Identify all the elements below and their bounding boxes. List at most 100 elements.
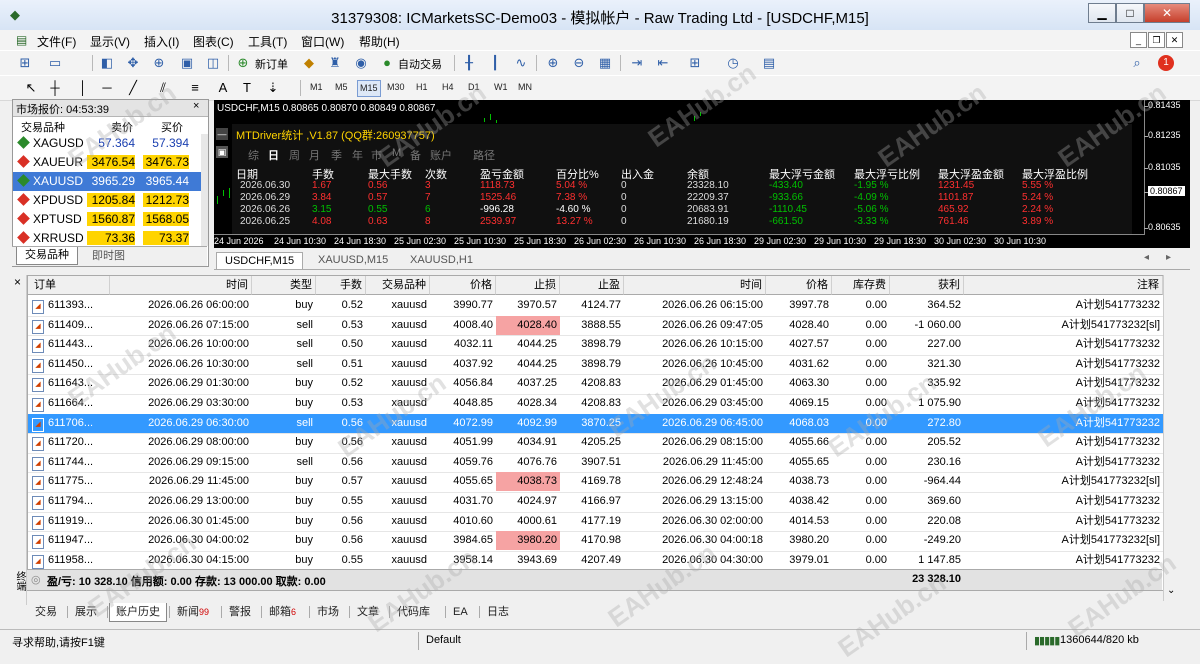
signals-icon[interactable]: ◉ (352, 54, 370, 72)
terminal-tab[interactable]: 日志 (481, 603, 515, 621)
terminal-tab[interactable]: 新闻99 (171, 603, 215, 621)
bar-chart-icon[interactable]: ╂ (460, 54, 478, 72)
timeframe-m1[interactable]: M1 (308, 80, 325, 95)
terminal-tab[interactable]: 警报 (223, 603, 257, 621)
mdi-restore-button[interactable]: ❐ (1148, 32, 1165, 48)
history-col-header[interactable]: 止损 (496, 276, 560, 295)
history-row[interactable]: 611664... 2026.06.29 03:30:00 buy 0.53 xauus… (28, 394, 1163, 415)
mdi-minimize-button[interactable]: _ (1130, 32, 1147, 48)
arrows-icon[interactable]: ⇣ (264, 79, 282, 97)
stats-period-tab[interactable]: 市 (371, 147, 382, 163)
history-row[interactable]: 611450... 2026.06.26 10:30:00 sell 0.51 xauu… (28, 355, 1163, 376)
mw-col-ask[interactable]: 买价 (161, 119, 183, 134)
label-icon[interactable]: T (238, 79, 256, 97)
terminal-tab[interactable]: 展示 (69, 603, 103, 621)
new-chart-icon[interactable]: ⊞ (16, 54, 34, 72)
terminal-tab[interactable]: 代码库 (391, 603, 436, 621)
history-row[interactable]: 611775... 2026.06.29 11:45:00 buy 0.57 xauus… (28, 472, 1163, 493)
zoom-out-icon[interactable]: ⊖ (570, 54, 588, 72)
stats-period-tab[interactable]: 账户 (430, 147, 452, 163)
history-row[interactable]: 611919... 2026.06.30 01:45:00 buy 0.56 xauus… (28, 512, 1163, 533)
cursor-icon[interactable]: ↖ (22, 79, 40, 97)
stats-period-tab[interactable]: 季 (331, 147, 342, 163)
tile-windows-icon[interactable]: ▦ (596, 54, 614, 72)
terminal-tab[interactable]: 市场 (311, 603, 345, 621)
vertical-line-icon[interactable]: │ (74, 79, 92, 97)
history-row[interactable]: 611443... 2026.06.26 10:00:00 sell 0.50 xauu… (28, 335, 1163, 356)
history-col-header[interactable]: 止盈 (560, 276, 624, 295)
history-row[interactable]: 611794... 2026.06.29 13:00:00 buy 0.55 xauus… (28, 492, 1163, 513)
timeframe-m30[interactable]: M30 (385, 80, 407, 95)
terminal-close-icon[interactable]: × (14, 275, 21, 289)
history-col-header[interactable]: 获利 (890, 276, 964, 295)
history-col-header[interactable]: 价格 (766, 276, 832, 295)
stats-collapse-icon[interactable]: — (216, 128, 228, 140)
line-chart-icon[interactable]: ∿ (512, 54, 530, 72)
candlestick-icon[interactable]: ┃ (486, 54, 504, 72)
timeframe-h4[interactable]: H4 (440, 80, 456, 95)
chart-tabs-scroll-right-icon[interactable]: ▸ (1166, 252, 1171, 263)
stats-expand-icon[interactable]: ▣ (216, 146, 228, 158)
maximize-button[interactable]: □ (1116, 3, 1144, 23)
stats-period-tab[interactable]: 周 (289, 147, 300, 163)
menu-help[interactable]: 帮助(H) (359, 33, 400, 50)
stats-period-tab[interactable]: 日 (268, 147, 279, 163)
timeframe-mn[interactable]: MN (516, 80, 534, 95)
menu-insert[interactable]: 插入(I) (144, 33, 179, 50)
terminal-tab[interactable]: 邮箱6 (263, 603, 302, 621)
mw-col-symbol[interactable]: 交易品种 (21, 119, 65, 134)
terminal-tab[interactable]: 交易 (29, 603, 63, 621)
history-row[interactable]: 611643... 2026.06.29 01:30:00 buy 0.52 xauus… (28, 374, 1163, 395)
history-scrollbar[interactable]: ⌄ (1163, 275, 1180, 601)
mdi-close-button[interactable]: ✕ (1166, 32, 1183, 48)
history-row[interactable]: 611393... 2026.06.26 06:00:00 buy 0.52 xauus… (28, 296, 1163, 317)
history-col-header[interactable]: 价格 (430, 276, 496, 295)
history-row[interactable]: 611744... 2026.06.29 09:15:00 sell 0.56 xauu… (28, 453, 1163, 474)
history-col-header[interactable]: 交易品种 (366, 276, 430, 295)
close-button[interactable]: ✕ (1144, 3, 1190, 23)
profiles-icon[interactable]: ▭ (46, 54, 64, 72)
chart-tab[interactable]: XAUUSD,M15 (310, 252, 396, 268)
market-watch-close-icon[interactable]: × (193, 100, 199, 112)
chart-tab[interactable]: USDCHF,M15 (216, 252, 304, 269)
chart-shift-icon[interactable]: ⇤ (654, 54, 672, 72)
market-watch-icon[interactable]: ◧ (98, 54, 116, 72)
stats-period-tab[interactable]: 备 (410, 147, 421, 163)
horizontal-line-icon[interactable]: ─ (98, 79, 116, 97)
minimize-button[interactable]: ▁ (1088, 3, 1116, 23)
trendline-icon[interactable]: ╱ (124, 79, 142, 97)
mw-row[interactable]: XAGUSD 57.364 57.394 (13, 134, 201, 153)
history-col-header[interactable]: 手数 (316, 276, 366, 295)
mw-row[interactable]: XPDUSD 1205.84 1212.73 (13, 191, 201, 210)
stats-period-tab[interactable]: 年 (352, 147, 363, 163)
scroll-down-icon[interactable]: ⌄ (1167, 585, 1175, 596)
stats-period-tab[interactable]: M (392, 147, 401, 159)
menu-tools[interactable]: 工具(T) (248, 33, 287, 50)
history-row[interactable]: 611947... 2026.06.30 04:00:02 buy 0.56 xauus… (28, 531, 1163, 552)
search-icon[interactable]: ⌕ (1128, 54, 1146, 72)
menu-charts[interactable]: 图表(C) (193, 33, 234, 50)
mw-row[interactable]: XAUEUR 3476.54 3476.73 (13, 153, 201, 172)
history-col-header[interactable]: 订单 (28, 276, 110, 295)
timeframe-d1[interactable]: D1 (466, 80, 482, 95)
stats-period-tab[interactable]: 路径 (473, 147, 495, 163)
menu-view[interactable]: 显示(V) (90, 33, 130, 50)
channel-icon[interactable]: ⫽ (154, 79, 172, 97)
crosshair-icon[interactable]: ┼ (46, 79, 64, 97)
menu-file[interactable]: 文件(F) (37, 33, 76, 50)
navigator-icon[interactable]: ✥ (124, 54, 142, 72)
text-icon[interactable]: A (214, 79, 232, 97)
chart-tabs-scroll-left-icon[interactable]: ◂ (1144, 252, 1149, 263)
new-order-icon[interactable]: ⊕ (234, 54, 252, 72)
history-row[interactable]: 611409... 2026.06.26 07:15:00 sell 0.53 xauu… (28, 315, 1163, 337)
mw-row[interactable]: XAUUSD 3965.29 3965.44 (13, 172, 201, 191)
timeframe-m15[interactable]: M15 (357, 80, 381, 97)
menu-window[interactable]: 窗口(W) (301, 33, 344, 50)
mw-tab-symbols[interactable]: 交易品种 (16, 247, 78, 265)
indicators-icon[interactable]: ⊞ (686, 54, 704, 72)
mw-tab-tick-chart[interactable]: 即时图 (84, 248, 133, 265)
chart-tab[interactable]: XAUUSD,H1 (402, 252, 481, 268)
timeframe-h1[interactable]: H1 (414, 80, 430, 95)
history-row[interactable]: 611720... 2026.06.29 08:00:00 buy 0.56 xauus… (28, 433, 1163, 454)
terminal-tab[interactable]: 文章 (351, 603, 385, 621)
